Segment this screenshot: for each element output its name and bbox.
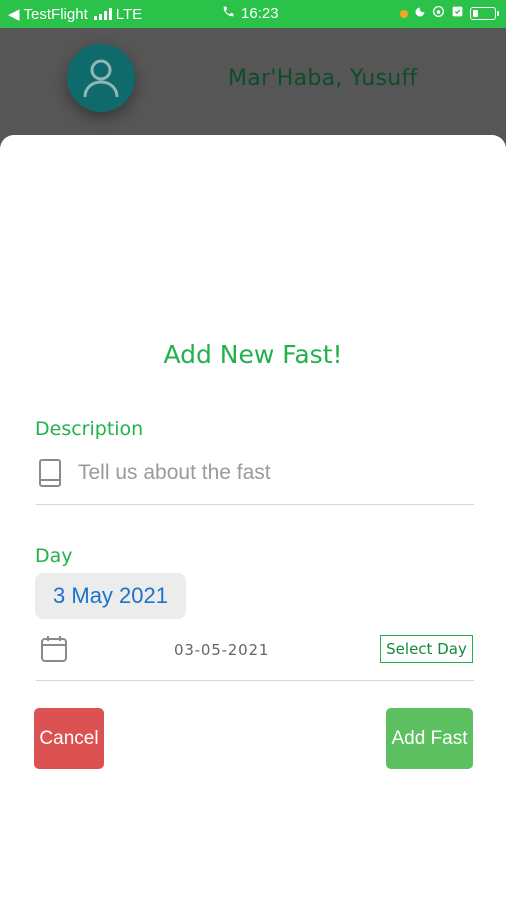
rotation-lock-icon xyxy=(432,5,445,22)
status-left: ◀ TestFlight LTE xyxy=(8,5,143,24)
alarm-icon xyxy=(451,5,464,22)
greeting-text: Mar'Haba, Yusuff xyxy=(228,66,418,91)
sheet-title: Add New Fast! xyxy=(163,340,343,369)
phone-icon xyxy=(222,5,235,22)
book-icon xyxy=(36,458,64,494)
day-picker-row: 03-05-2021 Select Day xyxy=(36,632,474,681)
add-fast-button[interactable]: Add Fast xyxy=(386,708,473,769)
description-label: Description xyxy=(35,418,144,440)
date-value: 03-05-2021 xyxy=(174,641,270,659)
selected-date-chip[interactable]: 3 May 2021 xyxy=(35,573,186,619)
select-day-button[interactable]: Select Day xyxy=(380,635,473,663)
battery-icon xyxy=(470,7,499,20)
user-avatar-icon[interactable] xyxy=(67,44,135,112)
description-input[interactable] xyxy=(78,452,458,493)
status-right xyxy=(400,5,499,22)
calendar-icon[interactable] xyxy=(39,634,69,668)
description-field[interactable] xyxy=(36,447,474,505)
back-arrow-icon[interactable]: ◀ xyxy=(8,5,20,23)
moon-icon xyxy=(414,5,426,22)
add-fast-sheet: Add New Fast! Description Day 3 May 2021… xyxy=(0,135,506,900)
network-label: LTE xyxy=(115,5,143,23)
status-center: 16:23 xyxy=(222,5,279,22)
day-label: Day xyxy=(35,545,73,567)
signal-icon xyxy=(93,8,112,20)
status-bar: ◀ TestFlight LTE 16:23 xyxy=(0,0,506,28)
recording-dot-icon xyxy=(400,9,408,18)
cancel-button[interactable]: Cancel xyxy=(34,708,104,769)
back-app-label[interactable]: TestFlight xyxy=(24,6,88,23)
status-time: 16:23 xyxy=(241,5,279,22)
